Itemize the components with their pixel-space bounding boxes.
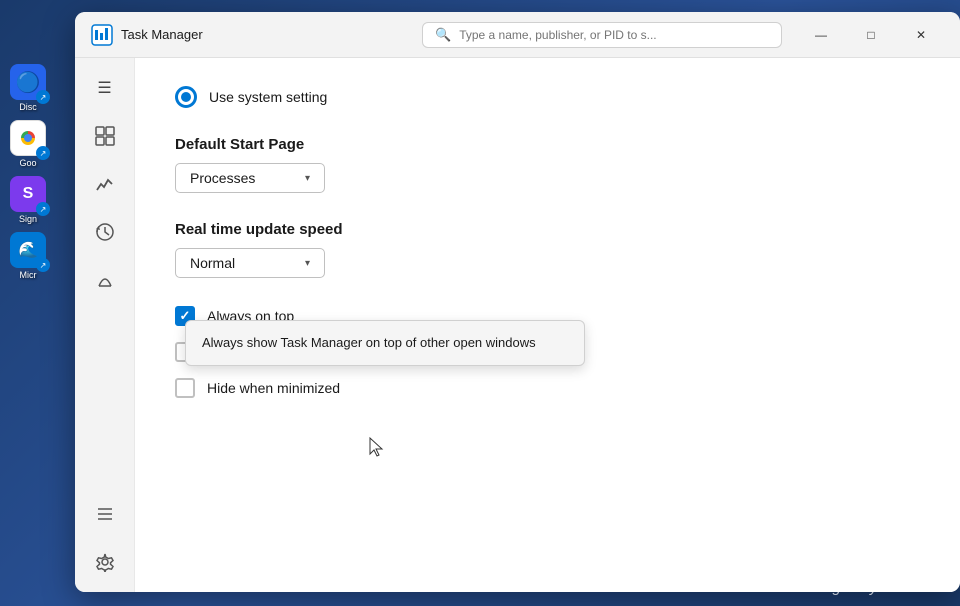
- taskbar-left: 🔵 Disc ↗ Goo ↗ S Sign ↗ 🌊 M: [0, 0, 68, 606]
- sidebar-item-menu[interactable]: ☰: [83, 66, 127, 110]
- watermark: groovyPost.com: [832, 579, 940, 596]
- search-icon: 🔍: [435, 27, 451, 43]
- dropdown-arrow-update: ▾: [305, 258, 310, 269]
- sidebar-item-settings[interactable]: [83, 540, 127, 584]
- taskbar-icon-sign-label: Sign: [19, 214, 37, 224]
- sidebar-item-list[interactable]: [83, 492, 127, 536]
- tooltip-text: Always show Task Manager on top of other…: [202, 335, 536, 350]
- default-start-page-heading: Default Start Page: [175, 136, 775, 153]
- mouse-cursor: [368, 436, 386, 458]
- taskbar-icon-disc[interactable]: 🔵 Disc ↗: [0, 60, 56, 116]
- tooltip: Always show Task Manager on top of other…: [185, 320, 585, 366]
- real-time-update-heading: Real time update speed: [175, 221, 775, 238]
- taskbar-icon-disc-label: Disc: [19, 102, 37, 112]
- window-title: Task Manager: [121, 27, 414, 42]
- taskbar-icon-sign[interactable]: S Sign ↗: [0, 172, 56, 228]
- taskbar-icon-chrome[interactable]: Goo ↗: [0, 116, 56, 172]
- minimize-button[interactable]: —: [798, 19, 844, 51]
- task-manager-window: Task Manager 🔍 — □ ✕ ☰: [75, 12, 960, 592]
- badge-arrow-edge: ↗: [36, 258, 50, 272]
- taskbar-icon-chrome-label: Goo: [19, 158, 36, 168]
- sidebar-item-startup[interactable]: [83, 258, 127, 302]
- taskbar-icon-edge-label: Micr: [20, 270, 37, 280]
- window-body: ☰: [75, 58, 960, 592]
- radio-use-system[interactable]: Use system setting: [175, 86, 775, 108]
- badge-arrow-disc: ↗: [36, 90, 50, 104]
- close-button[interactable]: ✕: [898, 19, 944, 51]
- radio-circle-system[interactable]: [175, 86, 197, 108]
- checkbox-hide-minimized[interactable]: [175, 378, 195, 398]
- sidebar-item-performance[interactable]: [83, 162, 127, 206]
- app-icon: [91, 24, 113, 46]
- real-time-update-dropdown[interactable]: Normal ▾: [175, 248, 325, 278]
- sidebar-item-history[interactable]: [83, 210, 127, 254]
- taskbar-icon-edge[interactable]: 🌊 Micr ↗: [0, 228, 56, 284]
- badge-arrow-chrome: ↗: [36, 146, 50, 160]
- search-bar[interactable]: 🔍: [422, 22, 782, 48]
- badge-arrow-sign: ↗: [36, 202, 50, 216]
- main-content: Use system setting Default Start Page Pr…: [135, 58, 960, 592]
- title-bar: Task Manager 🔍 — □ ✕: [75, 12, 960, 58]
- default-start-page-dropdown[interactable]: Processes ▾: [175, 163, 325, 193]
- dropdown-arrow-start-page: ▾: [305, 173, 310, 184]
- window-controls: — □ ✕: [798, 19, 944, 51]
- maximize-button[interactable]: □: [848, 19, 894, 51]
- real-time-update-value: Normal: [190, 255, 235, 271]
- default-start-page-value: Processes: [190, 170, 255, 186]
- search-input[interactable]: [459, 28, 769, 42]
- sidebar: ☰: [75, 58, 135, 592]
- sidebar-item-processes[interactable]: [83, 114, 127, 158]
- checkbox-hide-minimized-label: Hide when minimized: [207, 380, 340, 396]
- radio-label-system: Use system setting: [209, 89, 327, 105]
- checkbox-hide-minimized-row: Hide when minimized: [175, 378, 775, 398]
- desktop: 🔵 Disc ↗ Goo ↗ S Sign ↗ 🌊 M: [0, 0, 960, 606]
